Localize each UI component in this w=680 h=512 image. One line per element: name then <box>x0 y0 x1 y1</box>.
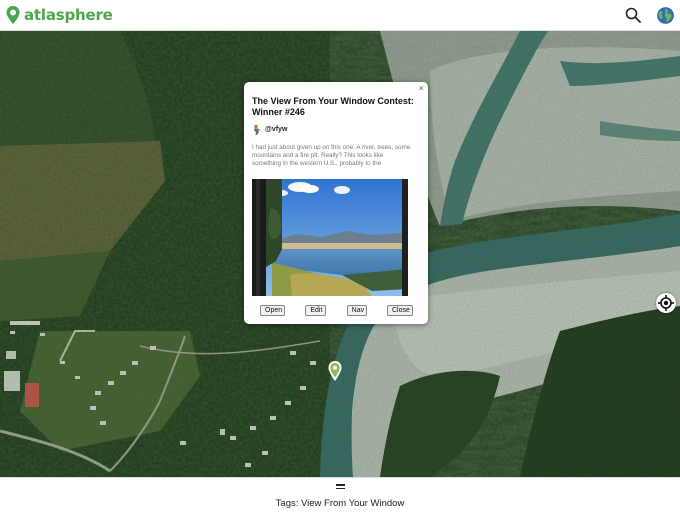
user-name: @vfyw <box>265 125 288 133</box>
search-icon <box>625 7 641 23</box>
crosshair-icon <box>658 295 674 311</box>
location-popup: × The View From Your Window Contest: Win… <box>244 82 428 324</box>
header-actions <box>623 5 675 25</box>
close-button[interactable]: Close <box>386 305 413 316</box>
map-pin[interactable] <box>328 361 342 386</box>
search-button[interactable] <box>623 5 643 25</box>
globe-button[interactable] <box>655 5 675 25</box>
bottom-panel: Tags: View From Your Window <box>0 477 680 512</box>
popup-photo[interactable] <box>252 179 408 296</box>
popup-actions: Open Edit Nav Close <box>252 305 420 316</box>
tags-text: Tags: View From Your Window <box>275 498 405 509</box>
top-bar: atlasphere <box>0 0 680 31</box>
popup-close-icon[interactable]: × <box>419 83 424 93</box>
popup-description: I had just about given up on this one. A… <box>252 144 411 167</box>
popup-user[interactable]: @vfyw <box>252 123 420 135</box>
map-pin-icon <box>328 361 342 381</box>
popup-title: The View From Your Window Contest: Winne… <box>252 96 414 117</box>
user-avatar-icon <box>254 124 261 135</box>
open-button[interactable]: Open <box>260 305 285 316</box>
window-view-photo <box>252 179 408 296</box>
edit-button[interactable]: Edit <box>305 305 327 316</box>
logo[interactable]: atlasphere <box>6 6 113 24</box>
drag-handle-icon[interactable] <box>336 484 345 490</box>
globe-icon <box>656 6 674 24</box>
nav-button[interactable]: Nav <box>346 305 367 316</box>
locate-me-button[interactable] <box>656 293 676 313</box>
logo-text: atlasphere <box>24 6 113 24</box>
logo-pin-icon <box>6 6 20 24</box>
